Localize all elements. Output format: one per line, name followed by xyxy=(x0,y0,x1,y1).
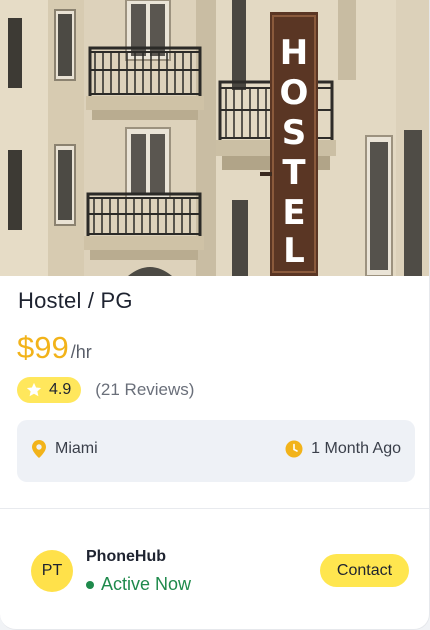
listing-card: H O S T E L Hostel / PG $99 /hr 4.9 (21 … xyxy=(0,0,430,630)
location-info: Miami xyxy=(32,440,98,458)
rating-badge: 4.9 xyxy=(17,377,82,403)
hostel-photo: H O S T E L xyxy=(0,0,429,276)
seller-status: Active Now xyxy=(86,574,191,595)
avatar-initials: PT xyxy=(41,562,63,579)
svg-text:L: L xyxy=(283,231,305,271)
svg-text:S: S xyxy=(282,113,307,153)
avatar[interactable]: PT xyxy=(31,550,73,592)
status-text: Active Now xyxy=(101,574,192,594)
svg-text:O: O xyxy=(280,73,309,113)
review-count[interactable]: (21 Reviews) xyxy=(95,380,194,400)
clock-icon xyxy=(285,440,303,458)
price-row: $99 /hr xyxy=(17,330,92,366)
price-value: $99 xyxy=(17,330,69,365)
posted-info: 1 Month Ago xyxy=(285,440,401,458)
contact-button[interactable]: Contact xyxy=(320,554,409,587)
seller-name[interactable]: PhoneHub xyxy=(86,548,166,566)
svg-text:T: T xyxy=(282,153,306,193)
svg-text:E: E xyxy=(282,193,305,233)
map-pin-icon xyxy=(32,440,46,458)
rating-row: 4.9 (21 Reviews) xyxy=(17,377,194,403)
divider xyxy=(0,508,429,509)
listing-title[interactable]: Hostel / PG xyxy=(18,288,133,314)
status-dot-icon xyxy=(86,580,94,589)
price-unit: /hr xyxy=(70,342,92,362)
listing-image[interactable]: H O S T E L xyxy=(0,0,429,276)
posted-text: 1 Month Ago xyxy=(311,440,401,457)
location-text: Miami xyxy=(55,440,98,457)
star-icon xyxy=(26,382,42,397)
listing-meta-box: Miami 1 Month Ago xyxy=(17,420,415,482)
svg-text:H: H xyxy=(280,33,308,73)
rating-value: 4.9 xyxy=(49,381,72,398)
